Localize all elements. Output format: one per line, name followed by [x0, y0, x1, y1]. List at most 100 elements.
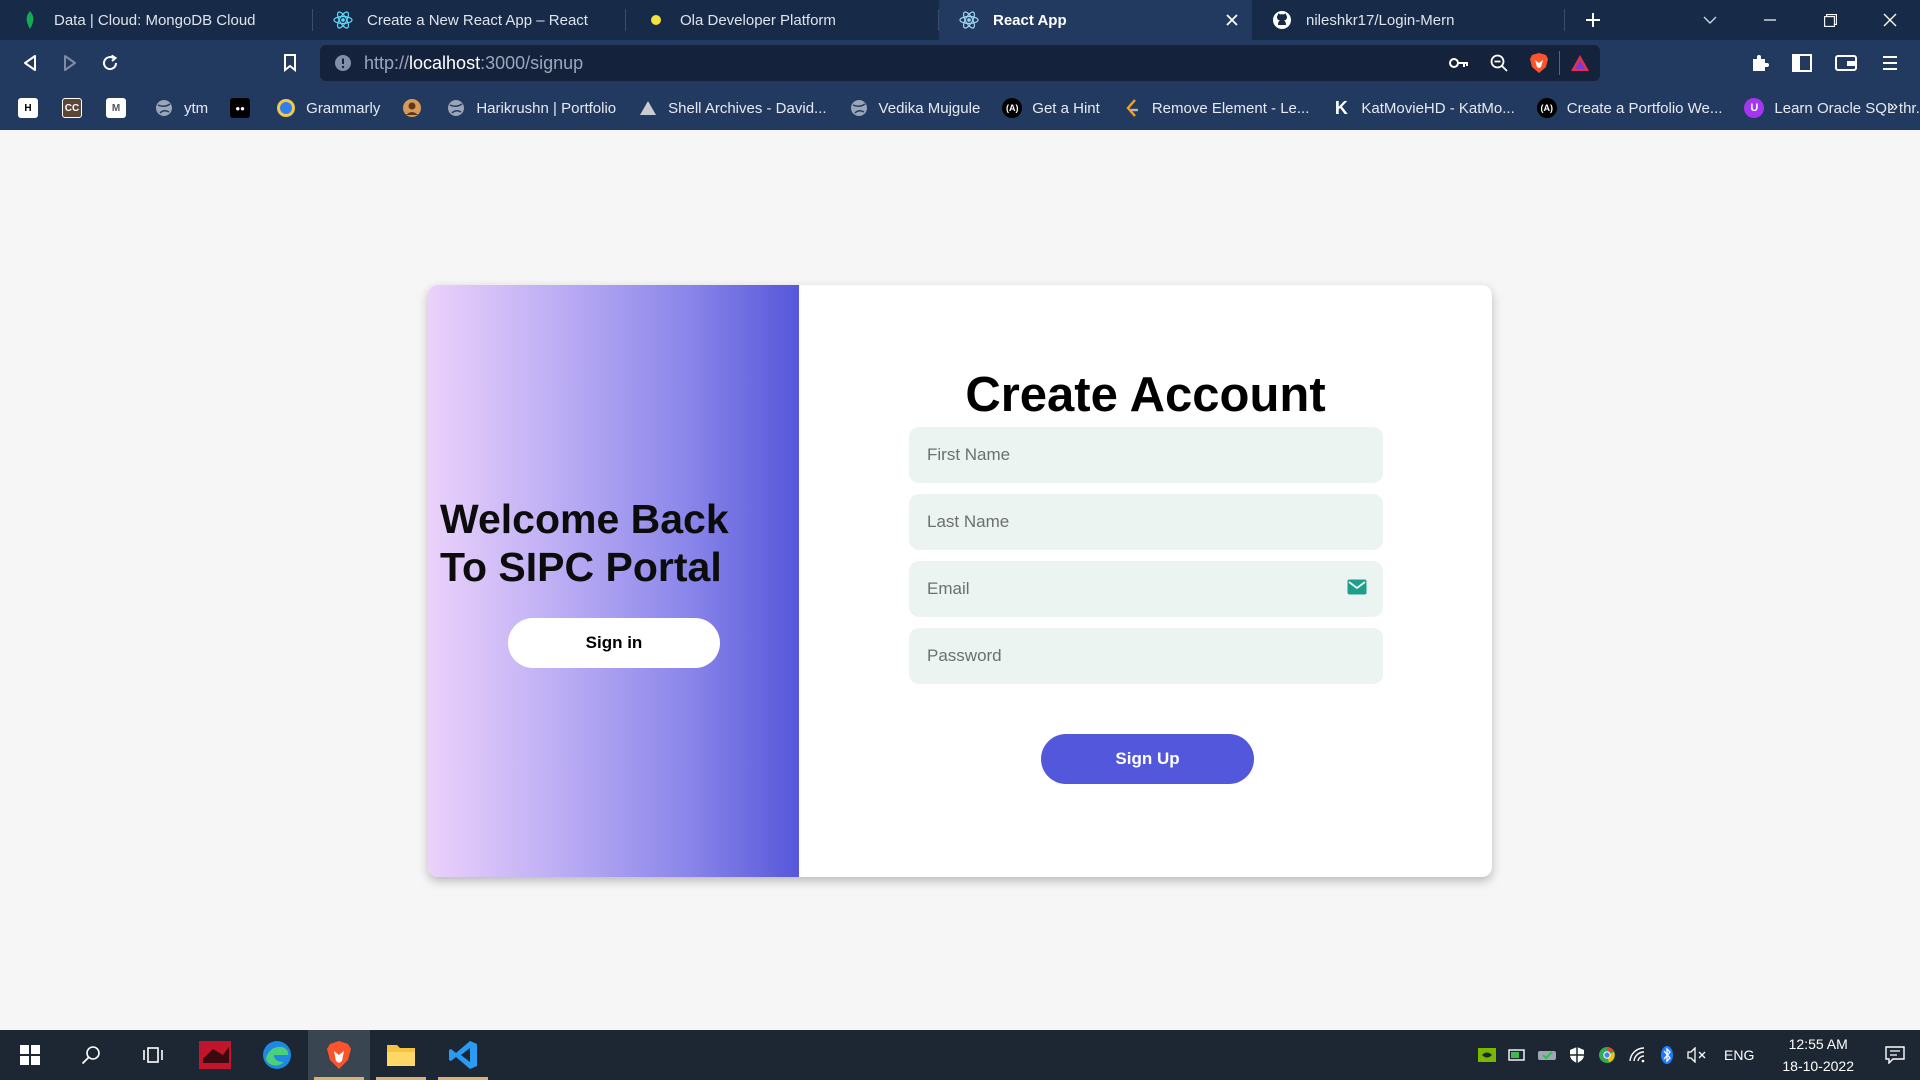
last-name-input[interactable] [909, 494, 1383, 550]
sign-in-button[interactable]: Sign in [508, 618, 720, 668]
restore-button[interactable] [1800, 0, 1860, 40]
taskbar-file-explorer[interactable] [370, 1030, 432, 1080]
search-button[interactable] [60, 1030, 122, 1080]
globe-icon [154, 98, 174, 118]
angular-icon: (A) [1002, 98, 1023, 118]
start-button[interactable] [0, 1030, 60, 1080]
email-input[interactable] [909, 561, 1383, 617]
first-name-input[interactable] [909, 427, 1383, 483]
new-tab-button[interactable] [1565, 0, 1621, 40]
react-icon [333, 10, 353, 30]
bookmark-create-portfolio[interactable]: (A) Create a Portfolio We... [1536, 98, 1722, 118]
security-shield-icon[interactable] [1562, 1030, 1592, 1080]
task-view-icon [143, 1047, 163, 1063]
forward-button[interactable] [50, 43, 90, 83]
bookmark-katmoviehd[interactable]: K KatMovieHD - KatMo... [1331, 97, 1515, 118]
url-scheme: http:// [364, 52, 410, 73]
bookmark-profile[interactable] [402, 98, 432, 118]
notification-icon [1885, 1046, 1905, 1064]
vscode-icon [449, 1041, 477, 1069]
sign-up-button[interactable]: Sign Up [1041, 734, 1254, 784]
mail-icon [1347, 579, 1367, 600]
signup-card: Welcome Back To SIPC Portal Sign in Crea… [428, 285, 1492, 877]
notification-center-button[interactable] [1870, 1030, 1920, 1080]
tab-title: Ola Developer Platform [680, 11, 836, 29]
bookmark-ytm[interactable]: ytm [154, 98, 208, 118]
extensions-button[interactable] [1740, 43, 1780, 83]
hackerearth-icon: H [18, 98, 38, 118]
address-bar[interactable]: http://localhost:3000/signup [320, 45, 1600, 81]
bookmarks-overflow-button[interactable]: » [1889, 98, 1898, 116]
tab-github-login-mern[interactable]: nileshkr17/Login-Mern [1252, 0, 1565, 40]
taskbar-vscode[interactable] [432, 1030, 494, 1080]
battery-meter-icon[interactable] [1502, 1030, 1532, 1080]
reload-button[interactable] [90, 43, 130, 83]
puzzle-icon [1753, 55, 1769, 71]
taskbar-brave[interactable] [308, 1030, 370, 1080]
tab-search-button[interactable] [1680, 0, 1740, 40]
drive-icon[interactable] [1532, 1030, 1562, 1080]
minimize-icon [1764, 19, 1776, 21]
tab-separator [1564, 9, 1565, 31]
tab-react-app[interactable]: React App [939, 0, 1252, 40]
angular-icon: (A) [1536, 98, 1557, 118]
minimize-button[interactable] [1740, 0, 1800, 40]
tab-title: Data | Cloud: MongoDB Cloud [54, 11, 256, 29]
bookmark-label: Learn Oracle SQL thr... [1774, 99, 1920, 117]
ola-dot-icon [646, 10, 666, 30]
bookmark-harikrushn[interactable]: Harikrushn | Portfolio [446, 98, 616, 118]
chrome-icon[interactable] [1592, 1030, 1622, 1080]
sidebar-button[interactable] [1782, 43, 1822, 83]
tab-title: nileshkr17/Login-Mern [1306, 11, 1455, 29]
key-icon[interactable] [1439, 43, 1479, 83]
bookmark-get-a-hint[interactable]: (A) Get a Hint [1002, 98, 1100, 118]
udemy-icon: U [1744, 98, 1765, 118]
system-clock[interactable]: 12:55 AM 18-10-2022 [1766, 1033, 1870, 1077]
chevron-down-icon [1703, 16, 1717, 24]
folder-icon [387, 1045, 415, 1066]
search-icon [81, 1046, 100, 1065]
katmovie-icon: K [1334, 97, 1348, 118]
taskbar-edge[interactable] [246, 1030, 308, 1080]
bookmark-hackerearth[interactable]: H [18, 98, 48, 118]
brave-icon [327, 1041, 351, 1069]
signup-form-panel: Create Account Sign Up [799, 285, 1492, 877]
taskbar-game-app[interactable] [184, 1030, 246, 1080]
password-input[interactable] [909, 628, 1383, 684]
task-view-button[interactable] [122, 1030, 184, 1080]
bookmark-remove-element[interactable]: Remove Element - Le... [1122, 98, 1309, 118]
bookmark-grammarly[interactable]: Grammarly [276, 98, 380, 118]
brave-shields-icon[interactable] [1519, 43, 1559, 83]
bookmark-codechef[interactable]: CC [62, 98, 92, 118]
reload-icon [103, 54, 118, 71]
menu-button[interactable] [1870, 43, 1910, 83]
bookmark-vedika[interactable]: Vedika Mujgule [849, 98, 980, 118]
forward-arrow-icon [64, 55, 76, 71]
bookmark-shell-archives[interactable]: Shell Archives - David... [638, 98, 827, 118]
bookmark-gmail[interactable]: M [106, 98, 136, 118]
brave-rewards-icon[interactable] [1560, 43, 1600, 83]
restore-icon [1823, 13, 1837, 27]
bookmark-medium[interactable]: ●● [230, 98, 260, 118]
zoom-icon[interactable] [1479, 43, 1519, 83]
grammarly-icon [276, 98, 296, 118]
welcome-line-2: To SIPC Portal [440, 544, 722, 590]
tab-ola-developer[interactable]: Ola Developer Platform [626, 0, 939, 40]
close-tab-icon[interactable] [1222, 10, 1242, 30]
globe-icon [446, 98, 466, 118]
back-button[interactable] [10, 43, 50, 83]
volume-muted-icon[interactable] [1682, 1030, 1712, 1080]
close-window-button[interactable] [1860, 0, 1920, 40]
tab-mongodb[interactable]: Data | Cloud: MongoDB Cloud [0, 0, 313, 40]
wallet-button[interactable] [1826, 43, 1866, 83]
bluetooth-icon[interactable] [1652, 1030, 1682, 1080]
bookmark-page-button[interactable] [270, 43, 310, 83]
sidebar-icon [1792, 54, 1812, 72]
browser-tab-strip: Data | Cloud: MongoDB Cloud Create a New… [0, 0, 1920, 40]
tab-create-react-app[interactable]: Create a New React App – React [313, 0, 626, 40]
nvidia-icon[interactable] [1472, 1030, 1502, 1080]
input-language[interactable]: ENG [1712, 1047, 1766, 1063]
wifi-icon[interactable] [1622, 1030, 1652, 1080]
site-info-icon[interactable] [334, 54, 352, 77]
gmail-icon: M [106, 98, 126, 118]
